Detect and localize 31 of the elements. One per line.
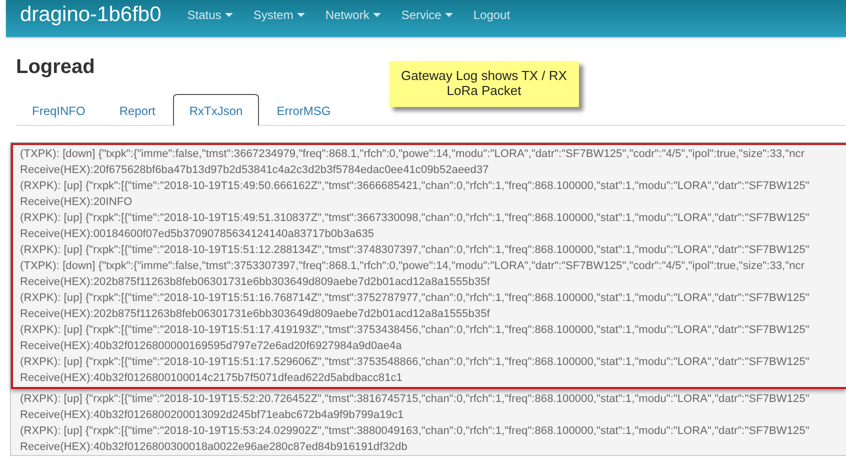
nav-menu-item[interactable]: Service	[401, 8, 454, 22]
log-line: (RXPK): [up] {"rxpk":[{"time":"2018-10-19T15:51:12.288134Z","tmst":3748307397,"chan":0,"rfch":1,"freq":868.100000,"stat":1,"modu":"LORA","datr":"SF7BW125"	[20, 243, 810, 258]
tab[interactable]: ErrorMSG	[260, 94, 347, 126]
log-line: (RXPK): [up] {"rxpk":[{"time":"2018-10-19T15:52:20.726452Z","tmst":3816745715,"chan":0,"rfch":1,"freq":868.100000,"stat":1,"modu":"LORA","datr":"SF7BW125"	[20, 392, 810, 407]
tab[interactable]: FreqINFO	[16, 94, 102, 126]
log-line: (RXPK): [up] {"rxpk":[{"time":"2018-10-19T15:49:51.310837Z","tmst":3667330098,"chan":0,"rfch":1,"freq":868.100000,"stat":1,"modu":"LORA","datr":"SF7BW125"	[20, 211, 810, 226]
log-line: (RXPK): [up] {"rxpk":[{"time":"2018-10-19T15:53:24.029902Z","tmst":3880049163,"chan":0,"rfch":1,"freq":868.100000,"stat":1,"modu":"LORA","datr":"SF7BW125"	[20, 424, 810, 439]
log-line: Receive(HEX):20INFO	[20, 195, 134, 210]
callout-note: Gateway Log shows TX / RX LoRa Packet	[389, 61, 579, 107]
tab[interactable]: Report	[103, 94, 172, 126]
nav-menu-item[interactable]: Network	[325, 8, 382, 22]
log-line: (RXPK): [up] {"rxpk":[{"time":"2018-10-19T15:49:50.666162Z","tmst":3666685421,"chan":0,"rfch":1,"freq":868.100000,"stat":1,"modu":"LORA","datr":"SF7BW125"	[20, 179, 810, 194]
tab[interactable]: RxTxJson	[173, 94, 259, 126]
log-line: Receive(HEX):202b875f11263b8feb06301731e6bb303649d809aebe7d2b01acd12a8a1555b35f	[20, 275, 491, 290]
nav-menu-item[interactable]: System	[253, 8, 306, 22]
log-line: Receive(HEX):40b32f0126800000169595d797e72e6ad20f6927984a9d0ae4a	[20, 339, 403, 354]
log-line: Receive(HEX):00184600f07ed5b37090785634124140a83717b0b3a635	[20, 227, 376, 242]
log-line: Receive(HEX):40b32f0126800200013092d245bf71eabc672b4a9f9b799a19c1	[20, 408, 405, 423]
log-line: Receive(HEX):20f675628bf6ba47b13d97b2d53841c4a2c3d2b3f5784edac0ee41c09b52aeed37	[20, 163, 490, 178]
log-line: (TXPK): [down] {"txpk":{"imme":false,"tmst":3667234979,"freq":868.1,"rfch":0,"powe":14,"modu":"LORA","datr":"SF7BW125","codr":"4/5","ipol":true,"size":33,"ncr	[20, 147, 806, 162]
log-line: Receive(HEX):40b32f0126800300018a0022e96ae280c87ed84b916191df32db	[20, 440, 408, 455]
page-title: Logread	[16, 56, 95, 79]
log-line: (RXPK): [up] {"rxpk":[{"time":"2018-10-19T15:51:16.768714Z","tmst":3752787977,"chan":0,"rfch":1,"freq":868.100000,"stat":1,"modu":"LORA","datr":"SF7BW125"	[20, 291, 810, 306]
log-line: (RXPK): [up] {"rxpk":[{"time":"2018-10-19T15:51:17.529606Z","tmst":3753548866,"chan":0,"rfch":1,"freq":868.100000,"stat":1,"modu":"LORA","datr":"SF7BW125"	[20, 355, 810, 370]
nav-menu-item[interactable]: Status	[187, 8, 234, 22]
log-line: Receive(HEX):202b875f11263b8feb06301731e6bb303649d809aebe7d2b01acd12a8a1555b35f	[20, 307, 491, 322]
log-line: Receive(HEX):40b32f0126800100014c2175b7f5071dfead622d5abdbacc81c1	[20, 371, 404, 386]
log-line: (RXPK): [up] {"rxpk":[{"time":"2018-10-19T15:51:17.419193Z","tmst":3753438456,"chan":0,"rfch":1,"freq":868.100000,"stat":1,"modu":"LORA","datr":"SF7BW125"	[20, 323, 810, 338]
brand-title: dragino-1b6fb0	[20, 2, 162, 26]
log-line: (TXPK): [down] {"txpk":{"imme":false,"tmst":3753307397,"freq":868.1,"rfch":0,"powe":14,"modu":"LORA","datr":"SF7BW125","codr":"4/5","ipol":true,"size":33,"ncr	[20, 259, 806, 274]
nav-menu-item[interactable]: Logout	[473, 8, 510, 22]
